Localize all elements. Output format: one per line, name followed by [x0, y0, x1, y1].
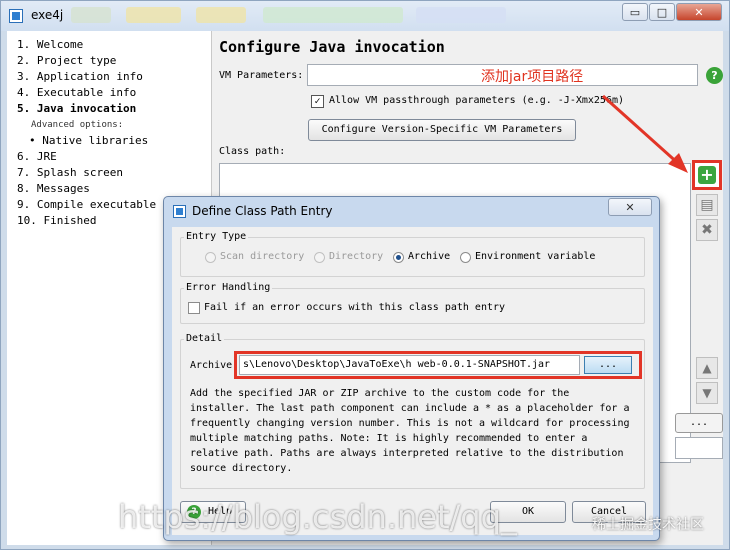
radio-scan-directory[interactable] — [205, 252, 216, 263]
allow-passthrough-checkbox[interactable]: ✓ — [311, 95, 324, 108]
window-title: exe4j — [31, 8, 64, 22]
radio-scan-directory-label: Scan directory — [220, 251, 305, 262]
dialog-close-button[interactable]: ✕ — [608, 198, 652, 216]
remove-icon: ✖ — [701, 222, 713, 238]
step-welcome[interactable]: 1. Welcome — [17, 38, 83, 51]
add-classpath-entry-button[interactable]: + — [692, 160, 722, 190]
radio-directory[interactable] — [314, 252, 325, 263]
arrow-down-icon: ▼ — [702, 386, 712, 400]
edit-entry-button[interactable]: ▤ — [696, 194, 718, 216]
radio-environment-variable[interactable] — [460, 252, 471, 263]
maximize-button[interactable]: □ — [649, 3, 675, 21]
step-messages[interactable]: 8. Messages — [17, 182, 90, 195]
close-button[interactable]: ✕ — [676, 3, 722, 21]
classpath-label: Class path: — [219, 146, 286, 157]
ok-button[interactable]: OK — [490, 501, 566, 523]
cancel-button[interactable]: Cancel — [572, 501, 646, 523]
entry-type-title: Entry Type — [184, 231, 249, 242]
error-handling-title: Error Handling — [184, 282, 273, 293]
blurred-tab — [71, 7, 111, 23]
radio-environment-variable-label: Environment variable — [475, 251, 596, 262]
page-title: Configure Java invocation — [219, 38, 445, 56]
edit-icon: ▤ — [700, 197, 714, 213]
step-java-invocation[interactable]: 5. Java invocation — [17, 102, 136, 115]
radio-archive-label: Archive — [408, 251, 451, 262]
remove-entry-button[interactable]: ✖ — [696, 219, 718, 241]
background-field[interactable] — [675, 437, 723, 459]
dialog-app-icon — [173, 205, 186, 218]
radio-archive[interactable] — [393, 252, 404, 263]
annotation-text: 添加jar项目路径 — [481, 69, 584, 85]
radio-directory-label: Directory — [329, 251, 384, 262]
arrow-up-icon: ▲ — [702, 361, 712, 375]
archive-browse-button[interactable]: ... — [584, 356, 632, 374]
vm-parameters-label: VM Parameters: — [219, 70, 304, 81]
plus-icon: + — [698, 166, 716, 184]
step-compile-executable[interactable]: 9. Compile executable — [17, 198, 156, 211]
configure-version-specific-button[interactable]: Configure Version-Specific VM Parameters — [308, 119, 576, 141]
step-splash-screen[interactable]: 7. Splash screen — [17, 166, 123, 179]
blurred-tab — [416, 7, 506, 23]
blurred-tab — [126, 7, 181, 23]
archive-label: Archive — [190, 360, 233, 371]
dialog-title: Define Class Path Entry — [192, 204, 333, 218]
dialog-title-bar: Define Class Path Entry ✕ — [164, 197, 659, 225]
allow-passthrough-label: Allow VM passthrough parameters (e.g. -J… — [329, 95, 625, 106]
fail-on-error-checkbox[interactable] — [188, 302, 200, 314]
blurred-tab — [263, 7, 403, 23]
app-icon — [9, 9, 23, 23]
help-button[interactable]: ? Help — [180, 501, 246, 523]
step-native-libraries[interactable]: • Native libraries — [29, 134, 148, 147]
help-icon: ? — [187, 505, 201, 519]
step-jre[interactable]: 6. JRE — [17, 150, 57, 163]
advanced-options-heading: Advanced options: — [31, 120, 124, 130]
step-finished[interactable]: 10. Finished — [17, 214, 96, 227]
maximize-icon: □ — [656, 5, 668, 19]
move-down-button[interactable]: ▼ — [696, 382, 718, 404]
close-icon: ✕ — [694, 5, 704, 19]
detail-title: Detail — [184, 333, 225, 344]
minimize-button[interactable]: ▭ — [622, 3, 648, 21]
title-bar: exe4j ▭ □ ✕ — [1, 1, 729, 31]
dialog-body: Entry Type Scan directory Directory Arch… — [172, 227, 653, 535]
help-icon[interactable]: ? — [706, 67, 723, 84]
close-icon: ✕ — [625, 200, 635, 214]
minimize-icon: ▭ — [629, 5, 641, 19]
move-up-button[interactable]: ▲ — [696, 357, 718, 379]
step-project-type[interactable]: 2. Project type — [17, 54, 116, 67]
step-executable-info[interactable]: 4. Executable info — [17, 86, 136, 99]
background-browse-button[interactable]: ... — [675, 413, 723, 433]
archive-path-input[interactable]: s\Lenovo\Desktop\JavaToExe\h web-0.0.1-S… — [239, 355, 580, 375]
step-application-info[interactable]: 3. Application info — [17, 70, 143, 83]
fail-on-error-label: Fail if an error occurs with this class … — [204, 302, 506, 313]
archive-help-text: Add the specified JAR or ZIP archive to … — [190, 388, 630, 474]
define-class-path-entry-dialog: Define Class Path Entry ✕ Entry Type Sca… — [163, 196, 660, 541]
blurred-tab — [196, 7, 246, 23]
